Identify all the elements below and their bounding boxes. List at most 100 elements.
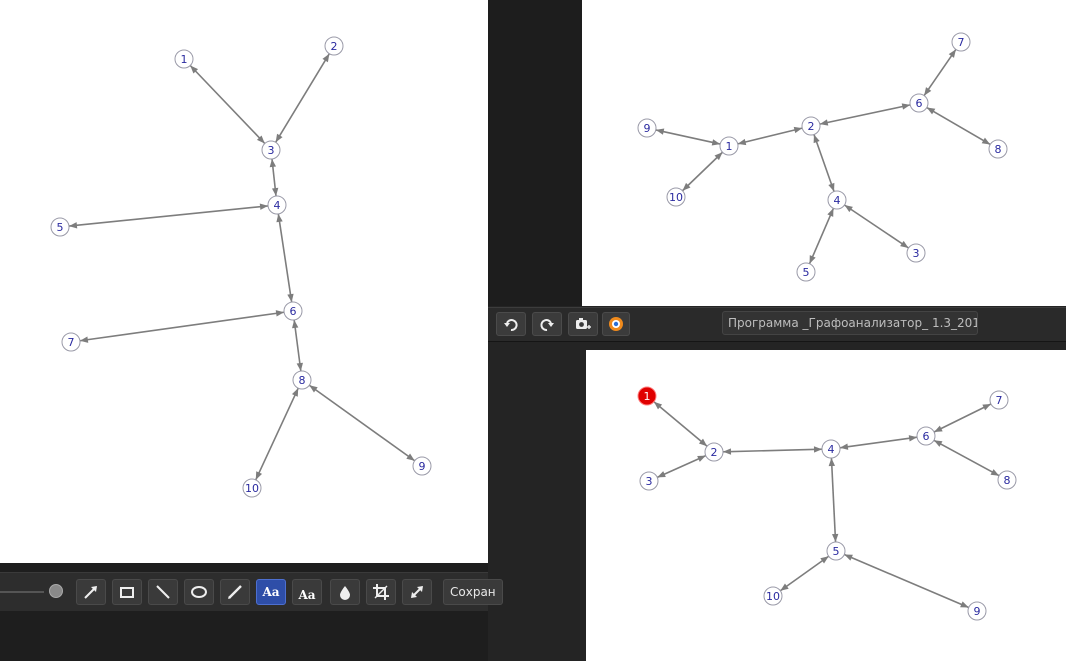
node-label: 1: [644, 390, 651, 403]
node-label: 8: [995, 143, 1002, 156]
graph-node-8[interactable]: 8: [997, 470, 1017, 490]
graph-node-5[interactable]: 5: [796, 262, 816, 282]
graph-node-3[interactable]: 3: [639, 471, 659, 491]
edge-4-3: [844, 204, 909, 249]
ellipse-tool-button[interactable]: [184, 579, 214, 605]
edge-arrowhead: [780, 583, 789, 591]
graph-node-7[interactable]: 7: [61, 332, 81, 352]
graph-node-10[interactable]: 10: [666, 187, 686, 207]
graph-node-4[interactable]: 4: [821, 439, 841, 459]
node-label: 10: [669, 191, 683, 204]
graph-node-2[interactable]: 2: [801, 116, 821, 136]
save-button[interactable]: Сохран: [443, 579, 503, 605]
edge-arrowhead: [697, 455, 706, 462]
line-tool-button[interactable]: [148, 579, 178, 605]
rectangle-tool-button[interactable]: [112, 579, 142, 605]
graph-node-3[interactable]: 3: [261, 140, 281, 160]
graph-node-5[interactable]: 5: [826, 541, 846, 561]
graph-node-5[interactable]: 5: [50, 217, 70, 237]
undo-icon: [504, 319, 518, 331]
graph-node-1[interactable]: 1: [637, 386, 657, 406]
edge-arrowhead: [79, 336, 89, 343]
edge-arrowhead: [924, 87, 932, 96]
graph-node-9[interactable]: 9: [637, 118, 657, 138]
graph-node-1[interactable]: 1: [174, 49, 194, 69]
edge-arrowhead: [275, 133, 283, 143]
graph-canvas-left[interactable]: 1 2 3 4 5 6 7 8 9 10: [0, 0, 488, 563]
node-label: 9: [974, 605, 981, 618]
drop-icon: [340, 586, 350, 600]
graph-node-4[interactable]: 4: [267, 195, 287, 215]
text-tool-button[interactable]: Aa: [256, 579, 286, 605]
node-label: 10: [245, 482, 259, 495]
node-label: 1: [181, 53, 188, 66]
graph-node-7[interactable]: 7: [951, 32, 971, 52]
graph-node-8[interactable]: 8: [292, 370, 312, 390]
edge-arrowhead: [908, 435, 918, 442]
line-icon: [156, 585, 170, 599]
graph-node-10[interactable]: 10: [242, 478, 262, 498]
node-label: 4: [834, 194, 841, 207]
graph-node-2[interactable]: 2: [324, 36, 344, 56]
size-slider-handle[interactable]: [49, 584, 63, 598]
pen-icon: [228, 585, 242, 599]
redo-button[interactable]: [532, 312, 562, 336]
fill-tool-button[interactable]: [330, 579, 360, 605]
edge-arrowhead: [813, 446, 823, 453]
graph-node-2[interactable]: 2: [704, 442, 724, 462]
undo-button[interactable]: [496, 312, 526, 336]
edge-6-7: [79, 311, 285, 342]
graph-node-8[interactable]: 8: [988, 139, 1008, 159]
edge-arrowhead: [844, 554, 853, 561]
text-style-button[interactable]: Aa: [292, 579, 322, 605]
graph-canvas-bottom-right[interactable]: 1 2 3 4 5 6 7 8 9 10: [586, 350, 1066, 661]
drawing-toolbar: Aa Aa Сохран: [0, 572, 503, 611]
edge-8-9: [308, 384, 416, 462]
edge-arrowhead: [934, 425, 943, 433]
graph-node-6[interactable]: 6: [916, 426, 936, 446]
edge-arrowhead: [291, 388, 299, 397]
graph-node-6[interactable]: 6: [283, 301, 303, 321]
graph-node-3[interactable]: 3: [906, 243, 926, 263]
edge-arrowhead: [844, 205, 853, 213]
graph-node-7[interactable]: 7: [989, 390, 1009, 410]
graph-node-9[interactable]: 9: [412, 456, 432, 476]
arrow-tool-button[interactable]: [76, 579, 106, 605]
edge-arrowhead: [926, 107, 936, 115]
edge-6-8: [933, 439, 1000, 477]
node-label: 10: [766, 590, 780, 603]
screenshot-button[interactable]: [568, 312, 598, 336]
edge-arrowhead: [309, 385, 318, 393]
edge-1-2: [737, 127, 803, 145]
app-logo-button[interactable]: [602, 312, 630, 336]
resize-tool-button[interactable]: [402, 579, 432, 605]
text-style-label: Aa: [298, 588, 316, 602]
app-logo-icon: [609, 317, 623, 331]
pen-tool-button[interactable]: [220, 579, 250, 605]
node-label: 4: [828, 443, 835, 456]
size-slider-track[interactable]: [0, 591, 44, 593]
edge-arrowhead: [948, 49, 956, 58]
graph-canvas-top-right[interactable]: 1 2 3 4 5 6 7 8 9 10: [582, 0, 1066, 306]
edge-4-5: [830, 457, 837, 543]
node-label: 2: [808, 120, 815, 133]
graph-top-right-svg[interactable]: 1 2 3 4 5 6 7 8 9 10: [582, 0, 1066, 306]
edge-1-10: [681, 151, 724, 192]
edge-arrowhead: [813, 134, 820, 144]
crop-tool-button[interactable]: [366, 579, 396, 605]
edge-1-3: [189, 64, 266, 145]
ellipse-icon: [191, 586, 207, 598]
node-label: 6: [923, 430, 930, 443]
graph-bottom-right-svg[interactable]: 1 2 3 4 5 6 7 8 9 10: [586, 350, 1066, 661]
edge-4-5: [808, 207, 835, 265]
graph-left-svg[interactable]: 1 2 3 4 5 6 7 8 9 10: [0, 0, 488, 563]
graph-node-6[interactable]: 6: [909, 93, 929, 113]
node-label: 7: [68, 336, 75, 349]
node-label: 6: [290, 305, 297, 318]
graph-node-9[interactable]: 9: [967, 601, 987, 621]
graph-node-1[interactable]: 1: [719, 136, 739, 156]
edge-arrowhead: [296, 362, 303, 372]
graph-node-4[interactable]: 4: [827, 190, 847, 210]
edge-arrowhead: [827, 208, 834, 217]
graph-node-10[interactable]: 10: [763, 586, 783, 606]
